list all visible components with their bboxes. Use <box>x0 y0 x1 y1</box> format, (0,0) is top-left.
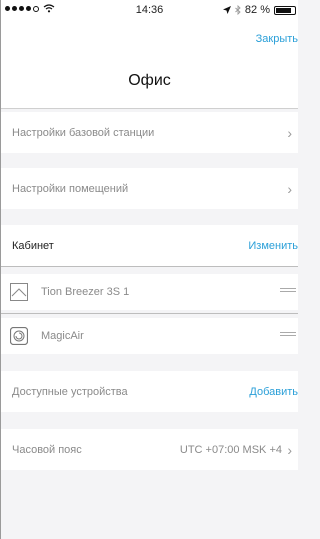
available-devices-row: Доступные устройства Добавить <box>1 371 298 412</box>
battery-icon <box>274 5 296 15</box>
timezone-row[interactable]: Часовой пояс UTC +07:00 MSK +4 › <box>1 429 298 470</box>
room-settings-row[interactable]: Настройки помещений › <box>1 168 298 209</box>
chevron-right-icon: › <box>287 442 292 458</box>
status-right: 82 % <box>222 4 296 16</box>
drag-handle-icon[interactable] <box>280 288 296 294</box>
battery-percent: 82 % <box>244 4 270 16</box>
edit-room-button[interactable]: Изменить <box>248 240 298 252</box>
available-devices-label: Доступные устройства <box>12 385 128 398</box>
close-button[interactable]: Закрыть <box>256 33 298 45</box>
divider <box>1 266 298 267</box>
timezone-label: Часовой пояс <box>12 443 82 456</box>
timezone-value: UTC +07:00 MSK +4 <box>179 443 282 456</box>
magicair-icon <box>10 327 28 345</box>
location-arrow-icon <box>222 6 231 14</box>
device-label: MagicAir <box>41 330 84 342</box>
room-name: Кабинет <box>12 239 54 252</box>
header: Закрыть Офис <box>1 20 298 109</box>
room-settings-label: Настройки помещений <box>12 182 129 195</box>
base-station-settings-label: Настройки базовой станции <box>12 126 155 139</box>
status-bar: 14:36 82 % <box>1 0 298 20</box>
chevron-right-icon: › <box>287 125 292 141</box>
device-row-magicair[interactable]: MagicAir <box>1 318 298 354</box>
page-title: Офис <box>128 72 171 89</box>
base-station-settings-row[interactable]: Настройки базовой станции › <box>1 112 298 153</box>
divider <box>1 313 298 314</box>
device-row-breezer[interactable]: Tion Breezer 3S 1 <box>1 274 298 310</box>
screen: 14:36 82 % Закрыть Офис Настройки базово… <box>0 0 298 539</box>
breezer-icon <box>10 283 28 301</box>
bluetooth-icon <box>235 5 241 15</box>
device-label: Tion Breezer 3S 1 <box>41 286 130 298</box>
add-device-button[interactable]: Добавить <box>249 386 298 398</box>
chevron-right-icon: › <box>287 181 292 197</box>
room-header-row: Кабинет Изменить <box>1 225 298 266</box>
drag-handle-icon[interactable] <box>280 332 296 338</box>
